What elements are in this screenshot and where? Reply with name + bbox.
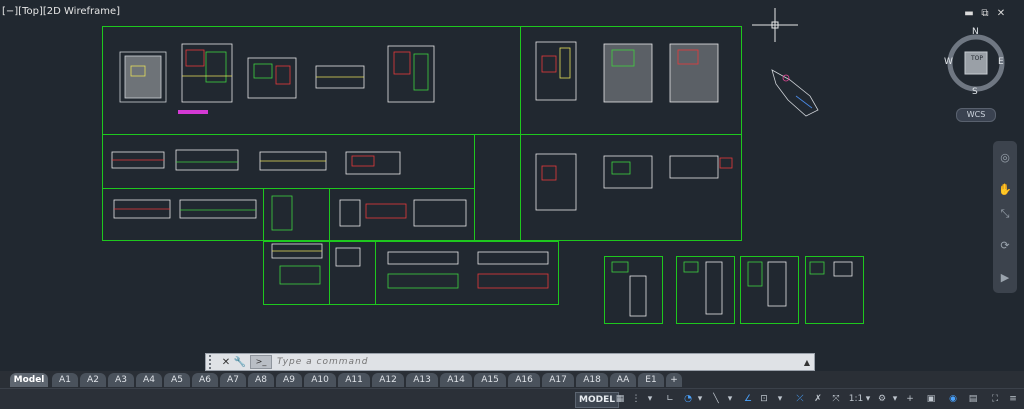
tab-model[interactable]: Model xyxy=(10,373,48,387)
compass-west[interactable]: W xyxy=(944,57,953,67)
model-space-toggle[interactable]: MODEL xyxy=(575,392,619,408)
osnap-icon[interactable]: ∠ xyxy=(742,392,754,406)
drawing-viewport[interactable]: [−][Top][2D Wireframe] ▬ ⧉ ✕ TOP N S E W… xyxy=(0,0,1024,370)
tab-a16[interactable]: A16 xyxy=(508,373,540,387)
menu-icon[interactable]: ≡ xyxy=(1006,392,1020,406)
tab-aa[interactable]: AA xyxy=(610,373,636,387)
autoscale-icon[interactable]: ⤧ xyxy=(830,392,842,406)
status-bar: MODEL ▦ ⋮ ▾ ∟ ◔ ▾ ╲ ▾ ∠ ⊡ ▾ ⤫ ✗ ⤧ 1:1 ▾ … xyxy=(0,388,1024,409)
otrack-dropdown-icon[interactable]: ▾ xyxy=(776,392,784,406)
workspace-dropdown-icon[interactable]: ▾ xyxy=(891,392,899,406)
tab-a6[interactable]: A6 xyxy=(192,373,218,387)
orbit-icon[interactable]: ⟳ xyxy=(997,239,1013,253)
tab-a13[interactable]: A13 xyxy=(406,373,438,387)
command-input[interactable] xyxy=(275,356,800,368)
tab-a12[interactable]: A12 xyxy=(372,373,404,387)
isolate-icon[interactable]: ▣ xyxy=(924,392,938,406)
isodraft-dropdown-icon[interactable]: ▾ xyxy=(726,392,734,406)
annotation-scale[interactable]: 1:1 xyxy=(848,392,864,406)
wrench-icon[interactable]: 🔧 xyxy=(233,357,247,368)
command-line-grip[interactable] xyxy=(209,355,219,369)
annotation-visibility-icon[interactable]: ✗ xyxy=(812,392,824,406)
tab-a9[interactable]: A9 xyxy=(276,373,302,387)
view-cube-top-face[interactable]: TOP xyxy=(971,55,983,62)
view-cube[interactable]: TOP N S E W xyxy=(943,27,1009,103)
annotation-scale-dropdown-icon[interactable]: ▾ xyxy=(864,392,872,406)
layout-tab-bar: Model A1 A2 A3 A4 A5 A6 A7 A8 A9 A10 A11… xyxy=(0,371,1024,388)
tab-a18[interactable]: A18 xyxy=(576,373,608,387)
plus-icon[interactable]: + xyxy=(904,392,916,406)
clean-screen-icon[interactable]: ▤ xyxy=(966,392,980,406)
add-layout-button[interactable]: + xyxy=(666,373,682,387)
drawing-geometry xyxy=(111,41,853,317)
tab-a3[interactable]: A3 xyxy=(108,373,134,387)
polar-dropdown-icon[interactable]: ▾ xyxy=(696,392,704,406)
tab-a17[interactable]: A17 xyxy=(542,373,574,387)
workspace-gear-icon[interactable]: ⚙ xyxy=(876,392,888,406)
grid-icon[interactable]: ▦ xyxy=(614,392,626,406)
command-history-icon[interactable]: ▲ xyxy=(800,358,814,367)
snap-icon[interactable]: ⋮ xyxy=(630,392,642,406)
navigation-bar: ◎ ✋ ⤡ ⟳ ▶ xyxy=(993,141,1017,293)
zoom-extents-icon[interactable]: ⤡ xyxy=(997,207,1013,221)
pan-hand-icon[interactable]: ✋ xyxy=(997,183,1013,197)
customize-icon[interactable]: ⛶ xyxy=(988,392,1002,406)
tab-a5[interactable]: A5 xyxy=(164,373,190,387)
otrack-icon[interactable]: ⊡ xyxy=(758,392,770,406)
tab-a1[interactable]: A1 xyxy=(52,373,78,387)
tab-a15[interactable]: A15 xyxy=(474,373,506,387)
compass-south[interactable]: S xyxy=(972,87,978,97)
tab-a7[interactable]: A7 xyxy=(220,373,246,387)
snap-dropdown-icon[interactable]: ▾ xyxy=(646,392,654,406)
command-prompt-icon[interactable]: >_ xyxy=(250,355,272,369)
steering-wheel-icon[interactable]: ◎ xyxy=(997,151,1013,165)
command-line: ✕ 🔧 >_ ▲ xyxy=(205,353,815,371)
tab-a2[interactable]: A2 xyxy=(80,373,106,387)
tab-a8[interactable]: A8 xyxy=(248,373,274,387)
tab-a11[interactable]: A11 xyxy=(338,373,370,387)
close-icon[interactable]: ✕ xyxy=(219,357,233,368)
tab-a14[interactable]: A14 xyxy=(440,373,472,387)
tab-a4[interactable]: A4 xyxy=(136,373,162,387)
tab-a10[interactable]: A10 xyxy=(304,373,336,387)
selection-cycling-icon[interactable]: ⤫ xyxy=(794,392,806,406)
polar-icon[interactable]: ◔ xyxy=(682,392,694,406)
showmotion-icon[interactable]: ▶ xyxy=(997,271,1013,285)
compass-north[interactable]: N xyxy=(972,27,979,37)
ortho-icon[interactable]: ∟ xyxy=(664,392,676,406)
hardware-accel-icon[interactable]: ◉ xyxy=(946,392,960,406)
isodraft-icon[interactable]: ╲ xyxy=(710,392,722,406)
tab-e1[interactable]: E1 xyxy=(638,373,664,387)
wcs-menu[interactable]: WCS xyxy=(956,108,996,122)
compass-east[interactable]: E xyxy=(998,57,1004,67)
